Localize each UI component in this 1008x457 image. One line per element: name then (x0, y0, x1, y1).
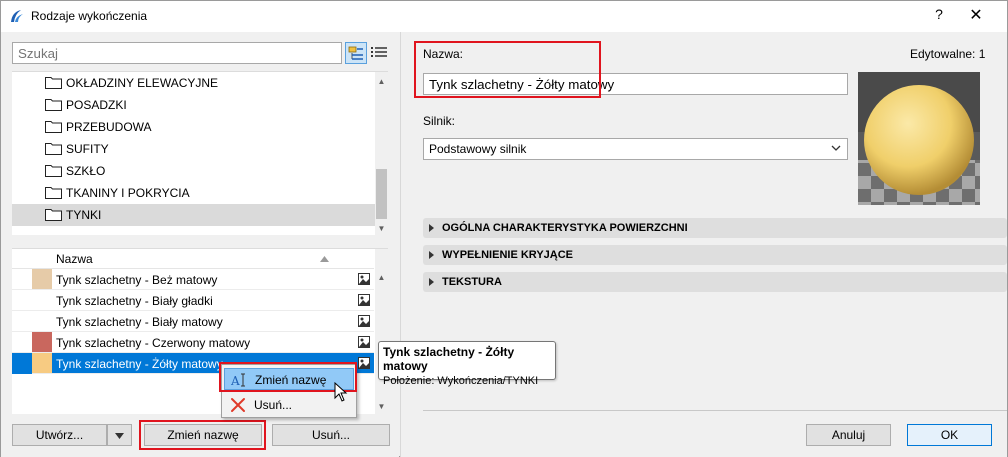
item-tooltip: Tynk szlachetny - Żółty matowy Położenie… (378, 341, 556, 387)
section-surface-characteristics[interactable]: OGÓLNA CHARAKTERYSTYKA POWIERZCHNI (423, 218, 1007, 238)
scroll-down-arrow-icon[interactable]: ▼ (375, 222, 388, 235)
color-swatch (32, 332, 52, 352)
folder-icon (45, 209, 62, 221)
scroll-up-arrow-icon[interactable]: ▲ (375, 271, 388, 284)
folder-item[interactable]: SZKŁO (12, 160, 375, 182)
list-item-label: Tynk szlachetny - Biały matowy (56, 315, 223, 329)
details-panel: Nazwa: Edytowalne: 1 Silnik: Podstawowy … (400, 32, 1007, 457)
help-button[interactable]: ? (929, 6, 949, 26)
section-label: OGÓLNA CHARAKTERYSTYKA POWIERZCHNI (442, 222, 688, 234)
folder-icon (45, 77, 62, 89)
material-preview (858, 72, 980, 205)
section-label: WYPEŁNIENIE KRYJĄCE (442, 249, 574, 261)
app-logo-icon (9, 8, 25, 24)
chevron-down-icon (831, 145, 841, 151)
list-item[interactable]: Tynk szlachetny - Biały gładki (12, 290, 374, 311)
sort-ascending-icon (320, 256, 329, 262)
folder-label: OKŁADZINY ELEWACYJNE (66, 76, 219, 90)
folder-scrollbar[interactable]: ▲ ▼ (375, 72, 388, 235)
folder-view-button[interactable] (345, 42, 367, 64)
color-swatch (32, 353, 52, 373)
scroll-thumb[interactable] (376, 169, 387, 219)
folder-icon (45, 187, 62, 199)
color-swatch (32, 311, 52, 331)
list-item-label: Tynk szlachetny - Biały gładki (56, 294, 213, 308)
engine-select[interactable]: Podstawowy silnik (423, 138, 848, 160)
list-item[interactable]: Tynk szlachetny - Biały matowy (12, 311, 374, 332)
folder-item[interactable]: TKANINY I POKRYCIA (12, 182, 375, 204)
section-label: TEKSTURA (442, 276, 502, 288)
close-button[interactable]: ✕ (965, 5, 987, 27)
engine-label: Silnik: (423, 114, 456, 128)
folder-icon (45, 143, 62, 155)
engine-select-value: Podstawowy silnik (429, 142, 527, 156)
image-icon (358, 357, 370, 369)
search-input[interactable] (12, 42, 342, 64)
list-header: Nazwa (12, 249, 374, 269)
tooltip-location: Położenie: Wykończenia/TYNKI (383, 375, 539, 387)
list-item[interactable]: Tynk szlachetny - Beż matowy (12, 269, 374, 290)
folder-label: TYNKI (66, 208, 102, 222)
image-icon (358, 315, 370, 327)
expand-arrow-icon (429, 278, 434, 286)
list-icon (371, 47, 387, 57)
create-button[interactable]: Utwórz... (12, 424, 107, 446)
section-cover-fill[interactable]: WYPEŁNIENIE KRYJĄCE (423, 245, 1007, 265)
folder-tree-icon (348, 46, 363, 60)
list-view-button[interactable] (369, 42, 391, 64)
delete-button[interactable]: Usuń... (272, 424, 390, 446)
expand-arrow-icon (429, 251, 434, 259)
list-item-label: Tynk szlachetny - Czerwony matowy (56, 336, 251, 350)
folder-item[interactable]: POSADZKI (12, 94, 375, 116)
mouse-cursor-icon (334, 382, 348, 402)
folder-item[interactable]: SUFITY (12, 138, 375, 160)
expand-arrow-icon (429, 224, 434, 232)
scroll-up-arrow-icon[interactable]: ▲ (375, 75, 388, 88)
delete-x-icon (231, 398, 245, 412)
tooltip-title: Tynk szlachetny - Żółty matowy (383, 345, 515, 373)
section-texture[interactable]: TEKSTURA (423, 272, 1007, 292)
list-scrollbar[interactable]: ▲ ▼ (375, 249, 388, 415)
folder-label: SUFITY (66, 142, 109, 156)
folder-item[interactable]: PRZEBUDOWA (12, 116, 375, 138)
finish-types-dialog: Rodzaje wykończenia ? ✕ OKŁ (0, 0, 1008, 457)
folder-label: SZKŁO (66, 164, 106, 178)
folder-icon (45, 165, 62, 177)
window-title: Rodzaje wykończenia (31, 9, 148, 23)
divider (423, 410, 1007, 411)
folder-label: TKANINY I POKRYCIA (66, 186, 190, 200)
folder-tree: OKŁADZINY ELEWACYJNE POSADZKI PRZEBUDOWA… (12, 71, 388, 235)
color-swatch (32, 290, 52, 310)
create-dropdown-button[interactable] (107, 424, 132, 446)
editable-count: Edytowalne: 1 (910, 47, 986, 61)
image-icon (358, 294, 370, 306)
column-header-name[interactable]: Nazwa (56, 252, 93, 266)
cancel-button[interactable]: Anuluj (806, 424, 891, 446)
chevron-down-icon (115, 433, 124, 439)
image-icon (358, 273, 370, 285)
folder-label: PRZEBUDOWA (66, 120, 152, 134)
folder-item-selected[interactable]: TYNKI (12, 204, 375, 226)
list-item-label: Tynk szlachetny - Beż matowy (56, 273, 218, 287)
image-icon (358, 336, 370, 348)
list-item[interactable]: Tynk szlachetny - Czerwony matowy (12, 332, 374, 353)
folder-item[interactable]: OKŁADZINY ELEWACYJNE (12, 72, 375, 94)
folder-label: POSADZKI (66, 98, 127, 112)
title-bar: Rodzaje wykończenia ? ✕ (1, 1, 1007, 32)
folder-icon (45, 99, 62, 111)
folder-icon (45, 121, 62, 133)
list-item-label: Tynk szlachetny - Żółty matowy (56, 357, 223, 371)
row-marker (12, 353, 32, 374)
ok-button[interactable]: OK (907, 424, 992, 446)
context-menu-label: Usuń... (254, 398, 293, 412)
rename-button-highlight (139, 420, 266, 450)
name-field-highlight (414, 41, 601, 98)
color-swatch (32, 269, 52, 289)
scroll-down-arrow-icon[interactable]: ▼ (375, 400, 388, 413)
